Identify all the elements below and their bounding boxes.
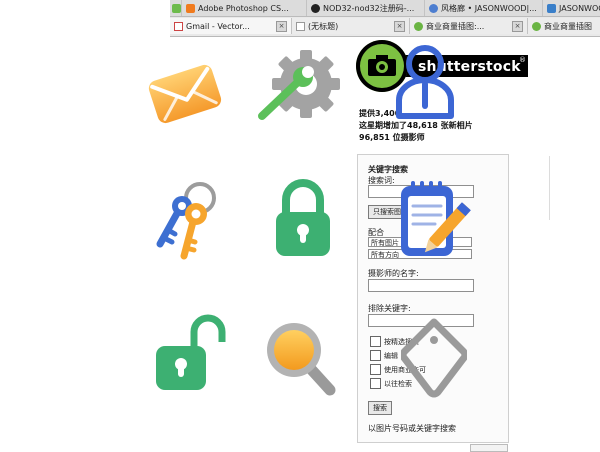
- checkbox-commercial[interactable]: [370, 364, 381, 375]
- stock-icon: [532, 21, 541, 31]
- photographer-label: 摄影师的名字:: [368, 269, 419, 278]
- close-tab-icon[interactable]: ×: [394, 20, 405, 32]
- tab-jasonwood[interactable]: JASONWOO: [543, 0, 600, 16]
- photographer-input[interactable]: [368, 279, 474, 292]
- bookmark-star-icon[interactable]: [170, 0, 182, 16]
- close-tab-icon[interactable]: ×: [512, 20, 523, 32]
- checkbox-previous[interactable]: [370, 378, 381, 389]
- bookmarks-row: Adobe Photoshop CS... NOD32-nod32注册码-...…: [170, 0, 600, 17]
- close-tab-icon[interactable]: ×: [276, 20, 287, 32]
- search-icon: [262, 318, 338, 396]
- tab-gmail[interactable]: Gmail - Vector... ×: [170, 18, 292, 34]
- checkbox-featured[interactable]: [370, 336, 381, 347]
- cart-icon: [547, 3, 556, 13]
- search-title: 关键字搜索: [368, 165, 408, 174]
- camera-icon: [368, 55, 396, 76]
- unlock-icon: [152, 312, 226, 394]
- stock-icon: [414, 21, 423, 31]
- tabs-row: Gmail - Vector... × (无标题) × 商业商量插图:... ×…: [170, 18, 600, 34]
- divider: [549, 156, 550, 220]
- tab-gallery[interactable]: 风格廊 • JASONWOOD|...: [425, 0, 543, 16]
- nod32-icon: [311, 3, 320, 13]
- search-button[interactable]: 搜索: [368, 401, 392, 415]
- gmail-icon: [174, 21, 183, 31]
- lock-icon: [272, 176, 334, 260]
- page-icon: [296, 21, 305, 31]
- notepad-icon: [397, 180, 473, 260]
- gallery-icon: [429, 3, 438, 13]
- exclude-label: 排除关键字:: [368, 304, 411, 313]
- search-by-id-link[interactable]: 以图片号码或关键字搜索: [368, 423, 456, 434]
- tab-nod32[interactable]: NOD32-nod32注册码-...: [307, 0, 425, 16]
- user-icon: [394, 42, 456, 120]
- envelope-icon: [144, 58, 226, 130]
- checkbox-editorial[interactable]: [370, 350, 381, 361]
- settings-icon: [256, 50, 342, 124]
- tag-icon: [401, 318, 467, 400]
- browser-tab-bar: Adobe Photoshop CS... NOD32-nod32注册码-...…: [170, 0, 600, 37]
- tab-photoshop[interactable]: Adobe Photoshop CS...: [182, 0, 307, 16]
- tab-stock-2[interactable]: 商业商量插图: [528, 18, 600, 34]
- tab-untitled[interactable]: (无标题) ×: [292, 18, 410, 34]
- photoshop-icon: [186, 3, 195, 13]
- tab-stock-1[interactable]: 商业商量插图:... ×: [410, 18, 528, 34]
- registered-mark: ®: [519, 56, 526, 64]
- keys-icon: [150, 178, 222, 262]
- checkbox-label: 编辑: [384, 352, 398, 360]
